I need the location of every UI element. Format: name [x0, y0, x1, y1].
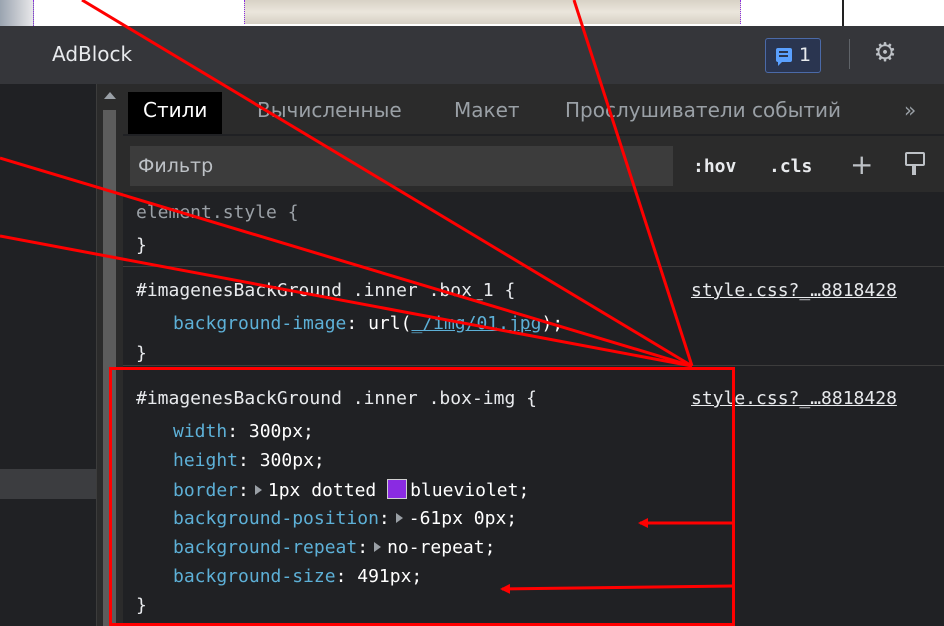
annotation-arrow [81, 0, 693, 368]
annotation-arrows [0, 0, 734, 594]
annotation-arrow-size [500, 583, 734, 594]
annotation-arrow [0, 156, 693, 368]
annotation-arrow [572, 0, 694, 367]
annotation-arrow [0, 234, 693, 368]
